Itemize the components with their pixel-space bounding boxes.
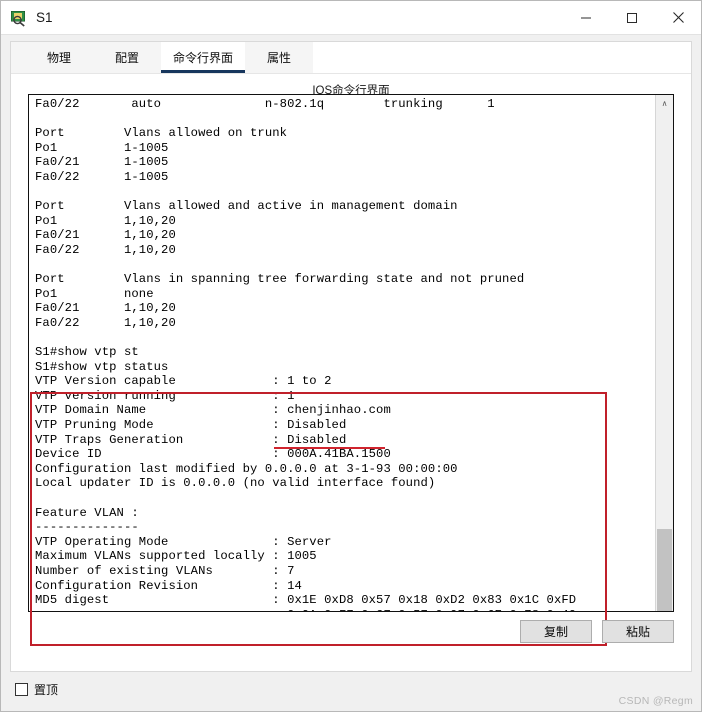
tab-cli[interactable]: 命令行界面 [161,42,246,73]
pin-on-top-checkbox[interactable]: 置顶 [15,681,58,698]
minimize-button[interactable] [563,1,609,34]
cli-scrollbar[interactable]: ∧ ∨ [655,95,673,611]
tab-bar: 物理 配置 命令行界面 属性 [11,42,691,74]
tab-physical[interactable]: 物理 [25,42,93,73]
cli-console[interactable]: Fa0/22 auto n-802.1q trunking 1 Port Vla… [28,94,674,612]
tab-config[interactable]: 配置 [93,42,161,73]
tab-config-label: 配置 [114,51,139,65]
tab-physical-label: 物理 [46,51,71,65]
switch-icon [10,9,28,27]
content-area: 物理 配置 命令行界面 属性 IOS命令行界面 Fa0/22 auto n-80… [1,35,701,711]
scrollbar-track[interactable] [656,112,673,611]
tab-cli-label: 命令行界面 [173,51,234,65]
close-button[interactable] [655,1,701,34]
watermark-text: CSDN @Regm [618,695,693,707]
device-window: S1 物理 配置 命令行界面 属性 IOS命令行界面 Fa0/22 auto n… [0,0,702,712]
copy-button[interactable]: 复制 [520,620,592,643]
tab-bar-filler [313,42,691,73]
tab-attributes[interactable]: 属性 [245,42,314,73]
checkbox-box-icon[interactable] [15,683,28,696]
window-title: S1 [36,9,53,25]
title-bar: S1 [1,1,701,35]
scrollbar-thumb[interactable] [657,529,672,611]
cli-output-text: Fa0/22 auto n-802.1q trunking 1 Port Vla… [35,97,577,611]
title-bar-left: S1 [1,9,53,27]
pin-on-top-label: 置顶 [34,683,59,697]
tab-attributes-label: 属性 [267,51,292,65]
maximize-button[interactable] [609,1,655,34]
window-controls [563,1,701,34]
device-panel: 物理 配置 命令行界面 属性 IOS命令行界面 Fa0/22 auto n-80… [10,41,692,672]
cli-action-buttons: 复制 粘贴 [520,620,674,643]
scroll-up-arrow-icon[interactable]: ∧ [656,95,673,112]
cli-output-area[interactable]: Fa0/22 auto n-802.1q trunking 1 Port Vla… [29,95,655,611]
paste-button[interactable]: 粘贴 [602,620,674,643]
window-footer: 置顶 CSDN @Regm [1,672,701,711]
